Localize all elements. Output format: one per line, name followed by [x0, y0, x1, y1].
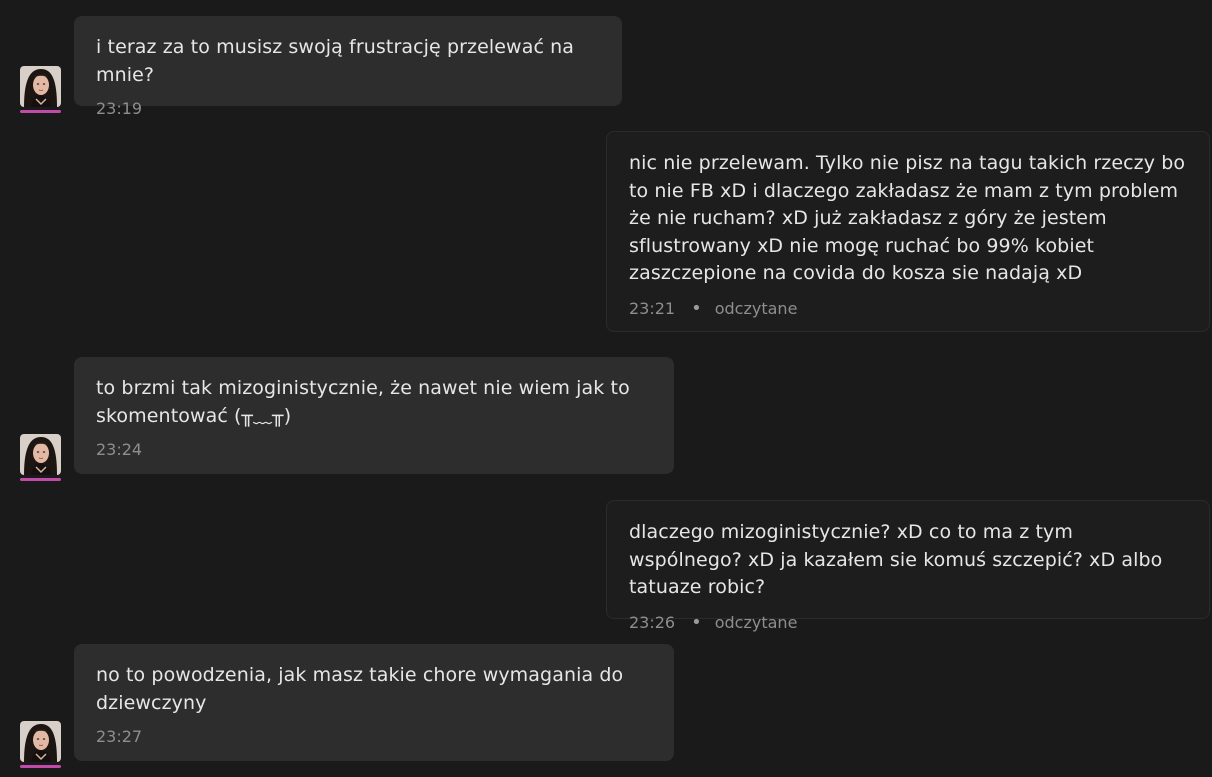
avatar-accent-bar: [20, 765, 61, 768]
message-time: 23:19: [96, 99, 143, 118]
message-bubble-outgoing: dlaczego mizoginistycznie? xD co to ma z…: [606, 500, 1210, 633]
message-time: 23:21: [629, 298, 676, 318]
message-bubble-incoming: no to powodzenia, jak masz takie chore w…: [74, 644, 674, 761]
sender-avatar[interactable]: [20, 434, 61, 481]
sender-avatar[interactable]: [20, 66, 61, 113]
message-time: 23:24: [96, 440, 143, 459]
message-text: no to powodzenia, jak masz takie chore w…: [96, 664, 624, 714]
message-bubble-incoming: i teraz za to musisz swoją frustrację pr…: [74, 16, 622, 118]
chat-thread: i teraz za to musisz swoją frustrację pr…: [0, 0, 1212, 777]
message-meta: 23:24: [96, 440, 652, 459]
message-time: 23:26: [629, 612, 676, 632]
message-text: dlaczego mizoginistycznie? xD co to ma z…: [629, 521, 1163, 598]
meta-separator: •: [691, 297, 702, 319]
avatar-photo-icon: [20, 721, 61, 762]
avatar-photo-icon: [20, 66, 61, 107]
message-meta: 23:27: [96, 727, 652, 746]
message-meta: 23:21 • odczytane: [629, 298, 1187, 319]
avatar-accent-bar: [20, 110, 61, 113]
read-status: odczytane: [714, 298, 798, 318]
sender-avatar[interactable]: [20, 721, 61, 768]
message-bubble-incoming: to brzmi tak mizoginistycznie, że nawet …: [74, 357, 674, 474]
message-text: i teraz za to musisz swoją frustrację pr…: [96, 36, 575, 86]
meta-separator: •: [691, 611, 702, 633]
message-text: nic nie przelewam. Tylko nie pisz na tag…: [629, 152, 1186, 284]
message-meta: 23:26 • odczytane: [629, 612, 1187, 633]
avatar-accent-bar: [20, 478, 61, 481]
message-text: to brzmi tak mizoginistycznie, że nawet …: [96, 377, 630, 427]
message-meta: 23:19: [96, 99, 600, 118]
message-time: 23:27: [96, 727, 143, 746]
message-bubble-outgoing: nic nie przelewam. Tylko nie pisz na tag…: [606, 131, 1210, 332]
avatar-photo-icon: [20, 434, 61, 475]
read-status: odczytane: [714, 612, 798, 632]
